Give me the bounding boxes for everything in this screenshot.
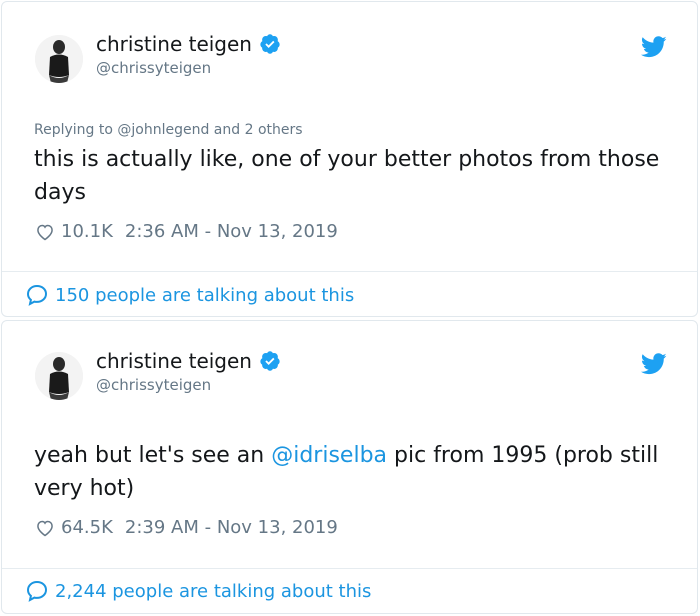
conversation-link[interactable]: 150 people are talking about this (25, 283, 354, 307)
avatar[interactable] (35, 352, 83, 400)
tweet-text-body: this is actually like, one of your bette… (34, 147, 660, 205)
verified-badge-icon (260, 34, 280, 54)
conversation-link[interactable]: 2,244 people are talking about this (25, 579, 371, 603)
tweet-text-before: yeah but let's see an (34, 443, 272, 468)
conversation-count-text[interactable]: 2,244 people are talking about this (55, 581, 371, 602)
author-name-row[interactable]: christine teigen (96, 349, 281, 373)
replying-to: Replying to @johnlegend and 2 others (34, 122, 303, 138)
divider (2, 271, 697, 272)
author-handle[interactable]: @chrissyteigen (96, 59, 211, 77)
verified-badge-icon (260, 351, 280, 371)
tweet-text: this is actually like, one of your bette… (34, 143, 674, 209)
twitter-bird-icon[interactable] (641, 353, 667, 375)
twitter-bird-icon[interactable] (641, 36, 667, 58)
divider (2, 568, 697, 569)
replying-to-prefix: Replying to (34, 122, 118, 138)
like-count[interactable]: 10.1K (61, 221, 113, 242)
conversation-count-text[interactable]: 150 people are talking about this (55, 285, 354, 306)
heart-icon[interactable] (35, 222, 55, 242)
tweet-timestamp[interactable]: 2:36 AM - Nov 13, 2019 (125, 221, 338, 242)
speech-bubble-icon (26, 284, 48, 306)
tweet-card: christine teigen @chrissyteigen Replying… (1, 1, 698, 317)
tweet-timestamp[interactable]: 2:39 AM - Nov 13, 2019 (125, 517, 338, 538)
replying-to-suffix[interactable]: and 2 others (209, 122, 303, 138)
author-name[interactable]: christine teigen (96, 32, 252, 56)
tweet-meta: 64.5K 2:39 AM - Nov 13, 2019 (35, 517, 338, 538)
author-handle[interactable]: @chrissyteigen (96, 376, 211, 394)
avatar[interactable] (35, 35, 83, 83)
tweet-card: christine teigen @chrissyteigen yeah but… (1, 320, 698, 614)
heart-icon[interactable] (35, 518, 55, 538)
speech-bubble-icon (26, 580, 48, 602)
tweet-meta: 10.1K 2:36 AM - Nov 13, 2019 (35, 221, 338, 242)
mention-link[interactable]: @idriselba (271, 443, 387, 468)
replying-to-user-link[interactable]: @johnlegend (117, 122, 209, 138)
author-name-row[interactable]: christine teigen (96, 32, 281, 56)
tweet-text: yeah but let's see an @idriselba pic fro… (34, 439, 674, 505)
like-count[interactable]: 64.5K (61, 517, 113, 538)
author-name[interactable]: christine teigen (96, 349, 252, 373)
